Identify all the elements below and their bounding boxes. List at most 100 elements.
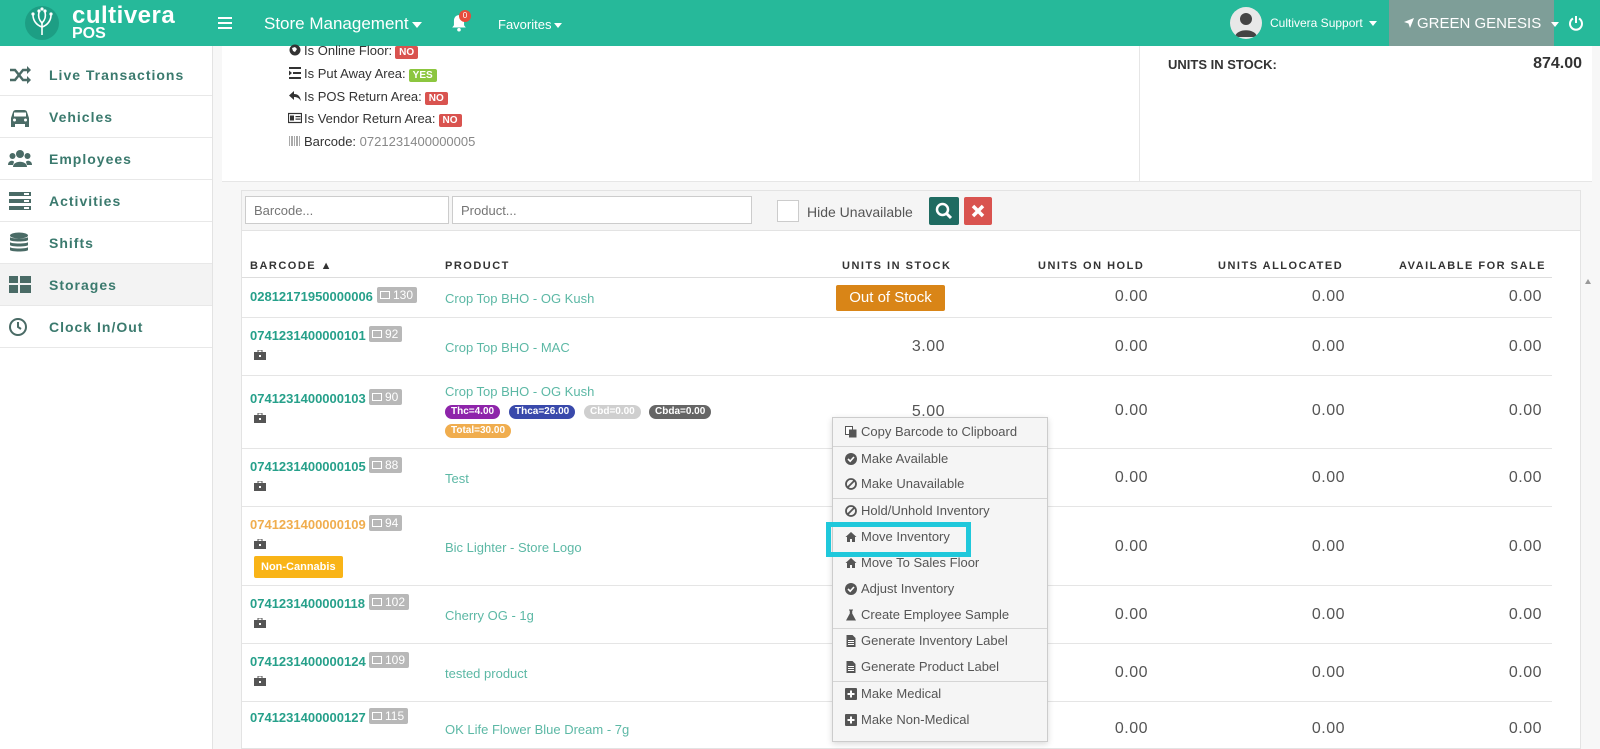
row-units-allocated: 0.00 xyxy=(1311,720,1345,737)
barcode-search-input[interactable] xyxy=(245,196,449,224)
row-units-allocated: 0.00 xyxy=(1311,538,1345,555)
row-count-badge: 130 xyxy=(377,287,418,303)
table-row[interactable]: 0741231400000101 92 Crop Top BHO - MAC 3… xyxy=(242,319,1552,376)
power-icon[interactable] xyxy=(1568,15,1584,31)
menu-item-generate-inventory-label[interactable]: Generate Inventory Label xyxy=(845,633,1008,649)
row-count-badge: 88 xyxy=(369,457,403,473)
row-barcode-link[interactable]: 02812171950000006 xyxy=(250,289,373,304)
vendor-return-row: Is Vendor Return Area: NO xyxy=(288,111,462,129)
pos-return-label: Is POS Return Area: xyxy=(304,89,422,104)
row-units-allocated: 0.00 xyxy=(1311,469,1345,486)
favorites-dropdown[interactable]: Favorites xyxy=(498,17,563,33)
tag-icon xyxy=(372,598,382,606)
menu-item-label: Hold/Unhold Inventory xyxy=(861,503,990,518)
row-count: 115 xyxy=(385,709,405,723)
hide-unavailable-checkbox[interactable] xyxy=(777,200,799,222)
menu-item-label: Make Available xyxy=(861,451,949,466)
menu-item-make-available[interactable]: Make Available xyxy=(845,451,948,467)
notification-count-badge: 0 xyxy=(459,10,471,22)
table-row[interactable]: 02812171950000006 130 Crop Top BHO - OG … xyxy=(242,278,1552,318)
column-header-units-on-hold[interactable]: UNITS ON HOLD xyxy=(1038,260,1144,273)
column-header-product[interactable]: PRODUCT xyxy=(445,260,510,273)
search-icon xyxy=(935,202,953,220)
tag-icon xyxy=(372,393,382,401)
column-header-units-allocated[interactable]: UNITS ALLOCATED xyxy=(1218,260,1343,273)
row-available-for-sale: 0.00 xyxy=(1508,720,1542,737)
row-product-link[interactable]: Test xyxy=(445,471,469,486)
app-menu-label: Store Management xyxy=(264,14,409,33)
menu-item-make-medical[interactable]: Make Medical xyxy=(845,686,941,702)
tag-icon xyxy=(372,656,382,664)
menu-item-hold-unhold[interactable]: Hold/Unhold Inventory xyxy=(845,503,990,519)
plus-square-icon xyxy=(845,688,857,700)
thca-potency-pill: Thca=26.00 xyxy=(509,405,576,419)
favorites-label: Favorites xyxy=(498,17,552,32)
user-name: Cultivera Support xyxy=(1270,15,1378,31)
avatar xyxy=(1230,7,1262,39)
row-count: 92 xyxy=(385,327,399,341)
product-search-input[interactable] xyxy=(452,196,752,224)
brand-logo[interactable]: cultivera POS xyxy=(24,3,194,43)
column-header-barcode[interactable]: BARCODE ▲ xyxy=(250,260,333,273)
menu-item-move-to-sales-floor[interactable]: Move To Sales Floor xyxy=(845,555,979,571)
row-count-badge: 94 xyxy=(369,515,403,531)
menu-item-generate-product-label[interactable]: Generate Product Label xyxy=(845,659,999,675)
row-product-link[interactable]: Crop Top BHO - MAC xyxy=(445,340,570,355)
sidebar-item-storages[interactable]: Storages xyxy=(0,264,212,306)
database-icon xyxy=(10,232,28,252)
menu-item-make-non-medical[interactable]: Make Non-Medical xyxy=(845,712,969,728)
store-selector[interactable]: GREEN GENESIS xyxy=(1389,0,1560,46)
chevron-down-icon xyxy=(1369,21,1378,27)
menu-item-label: Make Medical xyxy=(861,686,942,701)
row-product-link[interactable]: Cherry OG - 1g xyxy=(445,608,534,623)
clear-button[interactable] xyxy=(964,197,992,225)
tag-icon xyxy=(380,291,390,299)
barcode-value: 0721231400000005 xyxy=(359,134,476,149)
id-card-icon xyxy=(288,112,302,124)
menu-item-copy-barcode[interactable]: Copy Barcode to Clipboard xyxy=(845,424,1017,440)
search-button[interactable] xyxy=(929,197,959,225)
app-menu-dropdown[interactable]: Store Management xyxy=(264,14,422,34)
row-barcode-link[interactable]: 0741231400000105 xyxy=(250,459,366,474)
sidebar-item-employees[interactable]: Employees xyxy=(0,138,212,180)
row-product-link[interactable]: Crop Top BHO - OG Kush xyxy=(445,291,594,306)
menu-item-make-unavailable[interactable]: Make Unavailable xyxy=(845,476,964,492)
menu-item-create-employee-sample[interactable]: Create Employee Sample xyxy=(845,607,1009,623)
plus-square-icon xyxy=(845,714,857,726)
grid-icon xyxy=(9,276,31,293)
row-count: 130 xyxy=(393,288,414,302)
server-icon xyxy=(9,192,31,210)
menu-item-adjust-inventory[interactable]: Adjust Inventory xyxy=(845,581,954,597)
row-count-badge: 115 xyxy=(369,708,409,724)
menu-toggle-icon[interactable] xyxy=(218,12,236,32)
row-barcode-link[interactable]: 0741231400000101 xyxy=(250,328,366,343)
row-product-link[interactable]: Bic Lighter - Store Logo xyxy=(445,540,582,555)
row-barcode-link[interactable]: 0741231400000124 xyxy=(250,654,366,669)
put-away-label: Is Put Away Area: xyxy=(304,66,406,81)
sidebar-item-vehicles[interactable]: Vehicles xyxy=(0,96,212,138)
briefcase-icon xyxy=(254,413,266,423)
reply-icon xyxy=(289,91,301,101)
total-potency-pill: Total=30.00 xyxy=(445,424,512,438)
row-product-link[interactable]: tested product xyxy=(445,666,527,681)
row-product-link[interactable]: Crop Top BHO - OG Kush xyxy=(445,384,594,399)
sidebar-item-clock-in-out[interactable]: Clock In/Out xyxy=(0,306,212,348)
column-header-available-for-sale[interactable]: AVAILABLE FOR SALE xyxy=(1399,260,1546,273)
row-units-on-hold: 0.00 xyxy=(1114,538,1148,555)
sidebar-item-shifts[interactable]: Shifts xyxy=(0,222,212,264)
scroll-up-arrow-icon[interactable] xyxy=(1585,279,1591,284)
row-barcode-link[interactable]: 0741231400000103 xyxy=(250,391,366,406)
brand-subtitle: POS xyxy=(72,25,106,42)
row-barcode-link[interactable]: 0741231400000127 xyxy=(250,710,366,725)
sidebar-item-activities[interactable]: Activities xyxy=(0,180,212,222)
row-product-link[interactable]: OK Life Flower Blue Dream - 7g xyxy=(445,722,629,737)
row-count: 109 xyxy=(385,653,406,667)
briefcase-icon xyxy=(254,539,266,549)
sidebar-item-live-transactions[interactable]: Live Transactions xyxy=(0,54,212,96)
column-header-units-in-stock[interactable]: UNITS IN STOCK xyxy=(842,260,951,273)
tag-icon xyxy=(372,461,382,469)
row-units-on-hold: 0.00 xyxy=(1114,606,1148,623)
row-count-badge: 92 xyxy=(369,326,403,342)
row-barcode-link[interactable]: 0741231400000109 xyxy=(250,517,366,532)
row-barcode-link[interactable]: 0741231400000118 xyxy=(250,596,365,611)
